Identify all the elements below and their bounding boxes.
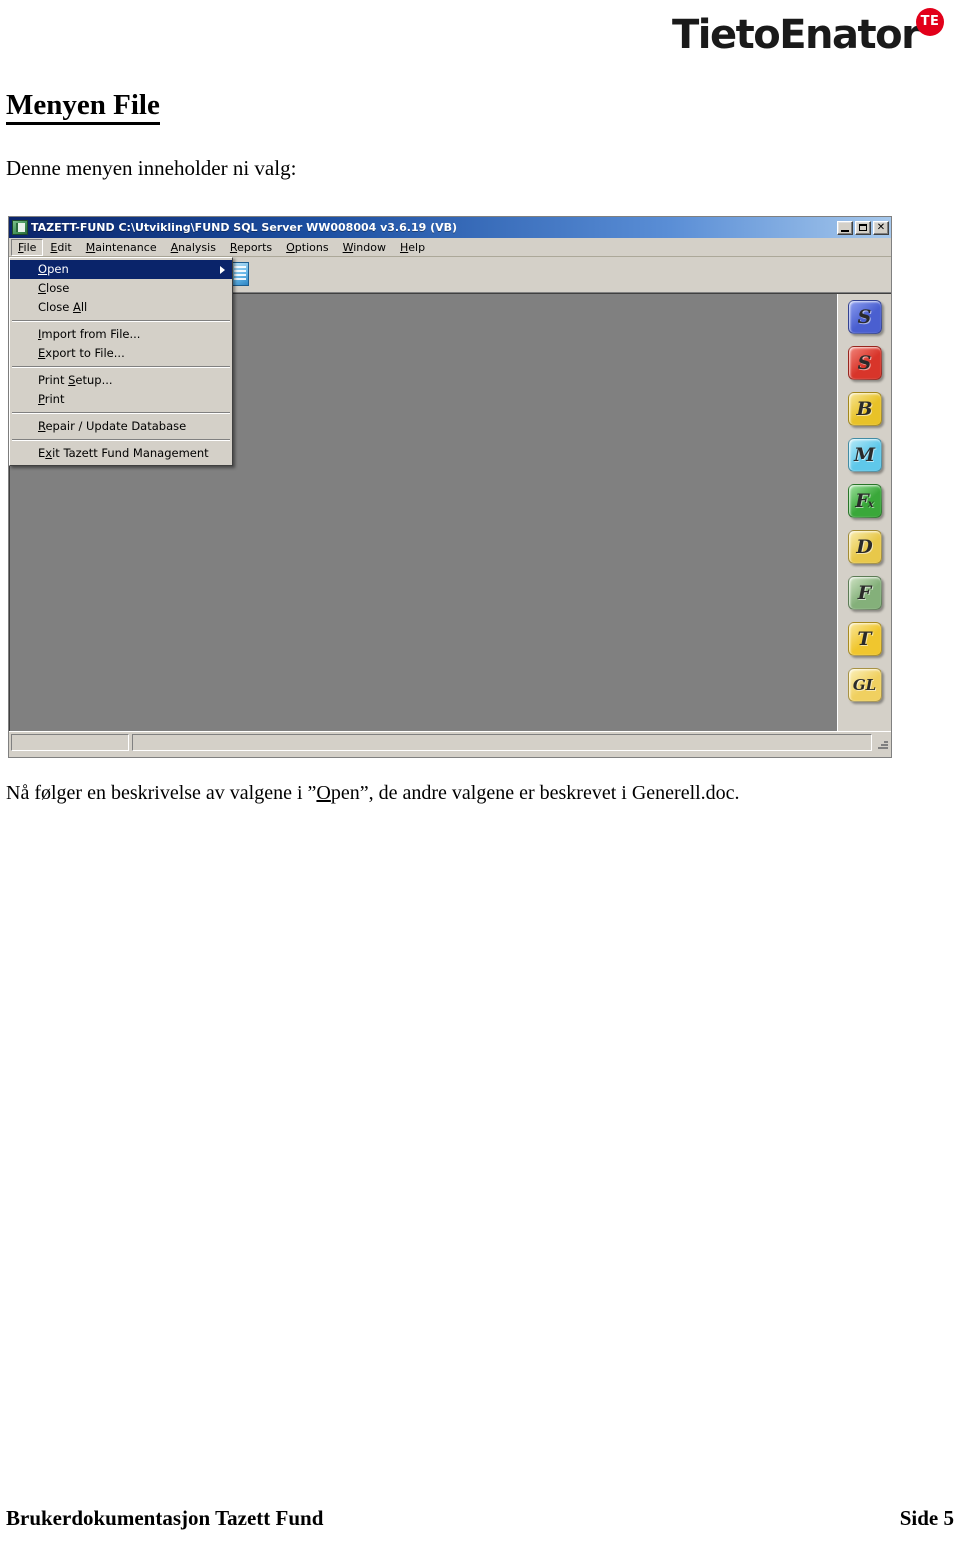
menubar-mnemonic: M: [85, 240, 96, 254]
menubar-item-label: aintenance: [95, 240, 157, 254]
menubar-item-label: indow: [353, 240, 386, 254]
file-menu-item-open[interactable]: Open: [10, 260, 232, 279]
menubar-mnemonic: W: [342, 240, 354, 254]
fund-icon-label: S: [857, 352, 872, 374]
menubar-mnemonic: O: [286, 240, 295, 254]
body-text-rest: pen”, de andre valgene er beskrevet i Ge…: [330, 782, 740, 804]
fund-icon-label: S: [857, 306, 872, 328]
menubar-item-label: dit: [57, 240, 72, 254]
menu-item-mnemonic: O: [38, 262, 48, 276]
menu-item-label: pen: [47, 262, 69, 276]
page-footer: Brukerdokumentasjon Tazett Fund Side 5: [6, 1506, 954, 1531]
menu-item-label: it Tazett Fund Management: [52, 446, 209, 460]
menu-separator: [12, 366, 230, 368]
logo-wordmark: TietoEnator: [672, 12, 921, 58]
fund-icon-gl-gold[interactable]: GL: [847, 668, 882, 702]
menu-item-label: ll: [80, 300, 88, 314]
minimize-button[interactable]: [837, 220, 853, 235]
menubar-item-label: nalysis: [178, 240, 216, 254]
menubar-item-options[interactable]: Options: [279, 239, 335, 256]
window-titlebar: TAZETT-FUND C:\Utvikling\FUND SQL Server…: [9, 217, 891, 238]
submenu-arrow-icon: [220, 265, 225, 274]
fund-icon-label: M: [853, 444, 876, 466]
fund-icon-m-cyan[interactable]: M: [847, 438, 882, 472]
status-panel-1: [11, 734, 129, 751]
menu-item-label: epair / Update Database: [45, 419, 187, 433]
file-menu-item-close-all[interactable]: Close All: [10, 298, 232, 317]
fund-icon-t-gold[interactable]: T: [847, 622, 882, 656]
menubar-item-file[interactable]: File: [11, 238, 44, 256]
menubar: File Edit Maintenance Analysis Reports Option…: [9, 238, 891, 257]
status-panel-2: [132, 734, 872, 751]
file-menu-item-close[interactable]: Close: [10, 279, 232, 298]
menubar-item-label: ptions: [294, 240, 329, 254]
menubar-item-reports[interactable]: Reports: [223, 239, 279, 256]
statusbar: [9, 731, 891, 753]
footer-right-text: Side 5: [899, 1506, 954, 1530]
fund-icon-label-sub: x: [867, 499, 874, 510]
tietoenator-logo: TietoEnator TE: [672, 6, 952, 64]
menubar-item-label: elp: [408, 240, 426, 254]
body-paragraph: Nå følger en beskrivelse av valgene i ”O…: [6, 780, 954, 806]
fund-icon-label: F: [855, 490, 869, 512]
menubar-item-edit[interactable]: Edit: [43, 239, 78, 256]
menubar-item-window[interactable]: Window: [336, 239, 393, 256]
menubar-item-label: eports: [237, 240, 273, 254]
file-menu-item-export-to-file[interactable]: Export to File...: [10, 344, 232, 363]
application-icon: [12, 220, 28, 235]
fund-icon-b-gold[interactable]: B: [847, 392, 882, 426]
fund-icon-label: T: [857, 628, 872, 650]
footer-left-text: Brukerdokumentasjon Tazett Fund: [6, 1506, 324, 1530]
resize-grip[interactable]: [875, 734, 889, 751]
menu-separator: [12, 439, 230, 441]
close-icon: ✕: [876, 221, 886, 233]
file-menu-item-exit-tazett-fund-management[interactable]: Exit Tazett Fund Management: [10, 444, 232, 463]
fund-icon-label: GL: [852, 676, 877, 694]
file-menu-item-import-from-file[interactable]: Import from File...: [10, 325, 232, 344]
fund-icon-label: F: [857, 582, 872, 604]
close-button[interactable]: ✕: [873, 220, 889, 235]
fund-icon-bar: S S B M Fx D F T GL: [837, 294, 891, 731]
menubar-mnemonic: R: [229, 240, 238, 254]
file-menu-item-print[interactable]: Print: [10, 390, 232, 409]
window-title-text: TAZETT-FUND C:\Utvikling\FUND SQL Server…: [31, 221, 458, 234]
fund-icon-label: D: [856, 536, 873, 558]
body-text-underlined-o: O: [316, 782, 331, 804]
menubar-mnemonic: A: [170, 240, 179, 254]
menu-item-mnemonic: C: [38, 281, 47, 295]
menu-item-mnemonic: P: [38, 392, 45, 406]
page-title: Menyen File: [6, 90, 160, 126]
logo-te-badge-icon: TE: [916, 8, 944, 36]
menubar-item-analysis[interactable]: Analysis: [164, 239, 223, 256]
menu-item-mnemonic: A: [72, 300, 81, 314]
menu-item-label: etup...: [75, 373, 113, 387]
menu-item-label: lose: [46, 281, 70, 295]
fund-icon-label: B: [856, 398, 873, 420]
menubar-item-maintenance[interactable]: Maintenance: [79, 239, 164, 256]
menu-item-label-pre: Print: [38, 373, 69, 387]
fund-icon-d-gold[interactable]: D: [847, 530, 882, 564]
file-menu-item-print-setup[interactable]: Print Setup...: [10, 371, 232, 390]
menubar-item-help[interactable]: Help: [393, 239, 432, 256]
file-menu-dropdown: Open Close Close All Import from File... Exp…: [9, 257, 233, 466]
menu-item-label: mport from File...: [41, 327, 141, 341]
fund-icon-s-blue[interactable]: S: [847, 300, 882, 334]
menu-item-label: xport to File...: [45, 346, 125, 360]
intro-paragraph: Denne menyen inneholder ni valg:: [6, 156, 297, 180]
menu-item-label-pre: Close: [38, 300, 73, 314]
maximize-button[interactable]: [855, 220, 871, 235]
menu-separator: [12, 412, 230, 414]
file-menu-item-repair-update-database[interactable]: Repair / Update Database: [10, 417, 232, 436]
body-text-prefix: Nå følger en beskrivelse av valgene i ”: [6, 782, 317, 804]
fund-icon-fx-green[interactable]: Fx: [847, 484, 882, 518]
menu-item-label: rint: [44, 392, 65, 406]
menu-separator: [12, 320, 230, 322]
fund-icon-f-sage[interactable]: F: [847, 576, 882, 610]
menubar-item-label: ile: [23, 240, 37, 254]
fund-icon-s-red[interactable]: S: [847, 346, 882, 380]
doc-icon-lines: [234, 265, 246, 282]
